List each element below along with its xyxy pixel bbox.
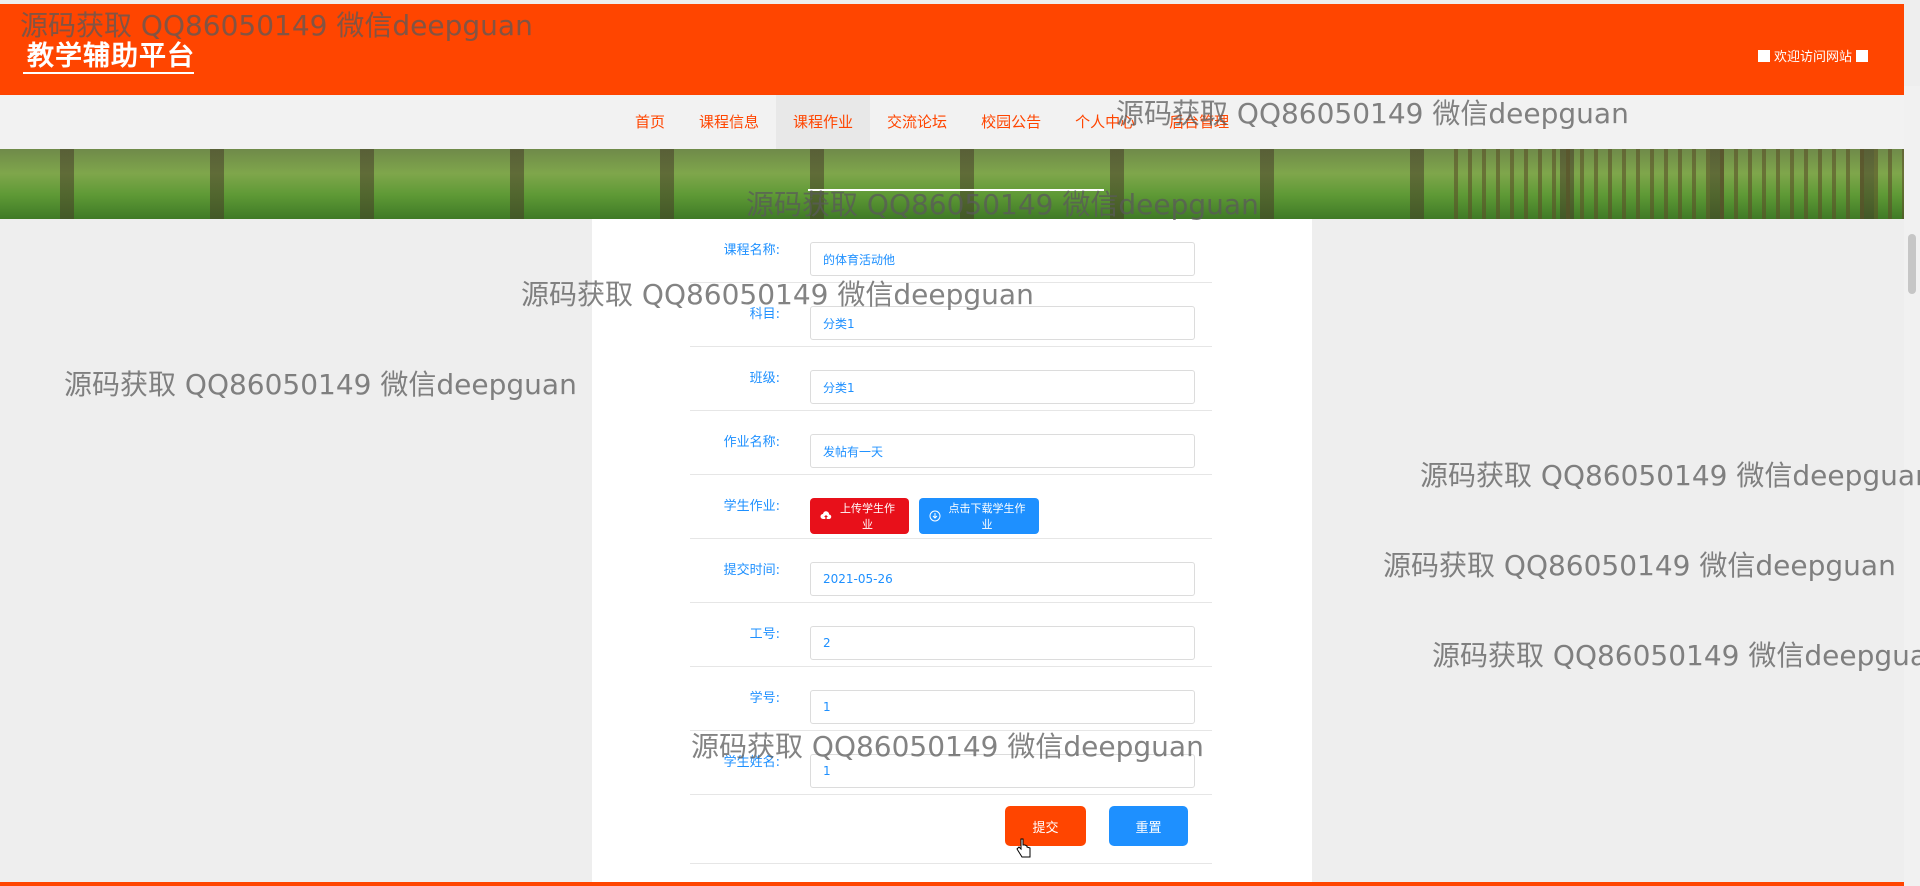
watermark-text: 源码获取 QQ86050149 微信deepguan (1383, 549, 1896, 582)
watermark-text: 源码获取 QQ86050149 微信deepguan (64, 368, 577, 401)
banner-image (0, 149, 1904, 219)
field-label: 课程名称: (723, 243, 780, 258)
download-circle-icon (929, 510, 941, 522)
main-nav: 首页 课程信息 课程作业 交流论坛 校园公告 个人中心 后台管理 (0, 95, 1904, 149)
bottom-accent-line (0, 882, 1904, 886)
download-label: 点击下载学生作业 (948, 502, 1026, 531)
scrollbar-thumb[interactable] (1908, 234, 1916, 294)
field-label: 工号: (749, 627, 780, 642)
course-name-input[interactable] (810, 242, 1195, 276)
reset-button[interactable]: 重置 (1109, 806, 1188, 846)
banner-divider (808, 189, 1104, 191)
class-input[interactable] (810, 370, 1195, 404)
form-row-student-id: 学号: (690, 667, 1212, 731)
homework-name-input[interactable] (810, 434, 1195, 468)
nav-item-personal-center[interactable]: 个人中心 (1058, 95, 1152, 149)
watermark-text: 源码获取 QQ86050149 微信deepguan (1432, 639, 1920, 672)
form-row-homework-name: 作业名称: (690, 411, 1212, 475)
field-label: 提交时间: (723, 563, 780, 578)
nav-item-home[interactable]: 首页 (618, 95, 682, 149)
student-name-input[interactable] (810, 754, 1195, 788)
homework-form: 课程名称: 科目: 班级: 作业名称: 学生作业: 上传学生作业 (690, 219, 1212, 864)
nav-item-announcements[interactable]: 校园公告 (964, 95, 1058, 149)
watermark-text: 源码获取 QQ86050149 微信deepguan (1420, 459, 1920, 492)
nav-item-forum[interactable]: 交流论坛 (870, 95, 964, 149)
form-row-subject: 科目: (690, 283, 1212, 347)
welcome-area: 欢迎访问网站 (1757, 46, 1868, 65)
field-label: 作业名称: (723, 435, 780, 450)
form-row-class: 班级: (690, 347, 1212, 411)
staff-id-input[interactable] (810, 626, 1195, 660)
nav-item-course-homework[interactable]: 课程作业 (776, 95, 871, 149)
nav-item-course-info[interactable]: 课程信息 (682, 95, 776, 149)
form-actions: 提交 重置 (690, 795, 1212, 864)
form-row-course-name: 课程名称: (690, 219, 1212, 283)
field-label: 科目: (749, 307, 780, 322)
welcome-text: 欢迎访问网站 (1773, 50, 1852, 65)
title-underline (23, 72, 194, 74)
subject-input[interactable] (810, 306, 1195, 340)
form-card: 课程名称: 科目: 班级: 作业名称: 学生作业: 上传学生作业 (592, 219, 1312, 886)
download-student-work-button[interactable]: 点击下载学生作业 (919, 498, 1039, 534)
upload-student-work-button[interactable]: 上传学生作业 (810, 498, 909, 534)
form-row-student-name: 学生姓名: (690, 731, 1212, 795)
submit-time-input[interactable] (810, 562, 1195, 596)
site-title[interactable]: 教学辅助平台 (27, 34, 195, 73)
field-label: 学生作业: (723, 499, 780, 514)
field-label: 学生姓名: (723, 755, 780, 770)
hand-cursor-icon (1016, 838, 1032, 860)
square-icon (1856, 49, 1868, 62)
square-icon (1757, 49, 1770, 62)
student-id-input[interactable] (810, 690, 1195, 724)
field-label: 学号: (749, 691, 780, 706)
cloud-upload-icon (820, 510, 832, 522)
upload-label: 上传学生作业 (840, 502, 895, 531)
top-header: 教学辅助平台 欢迎访问网站 (0, 4, 1904, 95)
nav-list: 首页 课程信息 课程作业 交流论坛 校园公告 个人中心 后台管理 (618, 95, 1246, 149)
nav-item-admin[interactable]: 后台管理 (1152, 95, 1246, 149)
form-row-student-work: 学生作业: 上传学生作业 点击下载学生作业 (690, 475, 1212, 539)
page-scrollbar[interactable] (1904, 86, 1920, 886)
form-row-submit-time: 提交时间: (690, 539, 1212, 603)
form-row-staff-id: 工号: (690, 603, 1212, 667)
field-label: 班级: (749, 371, 780, 386)
